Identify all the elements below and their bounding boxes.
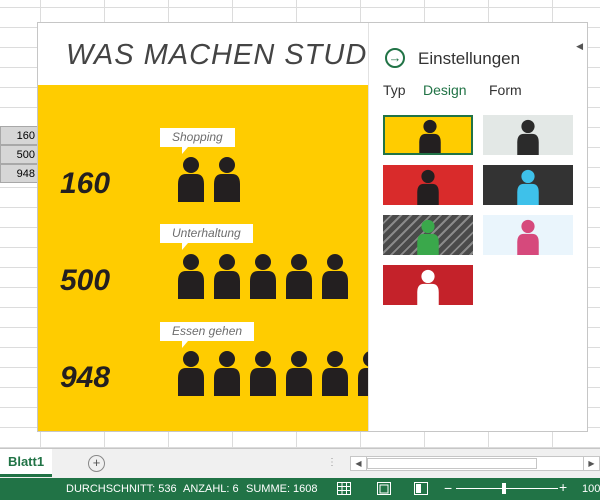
person-icon — [174, 350, 208, 401]
design-swatch[interactable] — [483, 115, 573, 155]
row-value: 948 — [60, 361, 111, 394]
zoom-level[interactable]: 100 — [582, 483, 600, 495]
status-count: ANZAHL: 6 — [183, 483, 239, 495]
person-icon — [517, 219, 539, 255]
infographic-canvas: Shopping 160 Unterhaltung 500 Essen gehe… — [38, 85, 368, 431]
design-swatch[interactable] — [383, 165, 473, 205]
person-icon — [517, 169, 539, 205]
person-icon — [419, 119, 441, 153]
person-icon — [210, 156, 244, 207]
settings-panel: ◀ → Einstellungen Typ Design Form — [368, 23, 587, 431]
tab-typ[interactable]: Typ — [383, 82, 406, 98]
row-label-bubble: Essen gehen — [160, 322, 255, 348]
person-icon — [210, 350, 244, 401]
design-swatch[interactable] — [383, 215, 473, 255]
person-icon — [174, 156, 208, 207]
row-value: 160 — [60, 167, 111, 200]
row-label-bubble: Shopping — [160, 128, 235, 154]
person-icon — [417, 219, 439, 255]
infographic: WAS MACHEN STUDE Shopping 160 Unterhaltu… — [38, 23, 368, 431]
cell[interactable]: 160 — [0, 126, 38, 145]
zoom-slider-thumb[interactable] — [502, 483, 506, 494]
scroll-thumb[interactable] — [367, 458, 537, 469]
person-icon — [246, 253, 280, 304]
person-icon — [417, 169, 439, 205]
plus-circle-icon[interactable]: + — [88, 455, 105, 472]
design-swatch[interactable] — [483, 165, 573, 205]
tab-form[interactable]: Form — [489, 82, 522, 98]
person-icon — [318, 350, 352, 401]
person-icon — [282, 350, 316, 401]
person-icon — [210, 253, 244, 304]
status-bar: DURCHSCHNITT: 536 ANZAHL: 6 SUMME: 1608 … — [0, 478, 600, 500]
normal-view-icon[interactable] — [337, 482, 351, 495]
person-icon — [318, 253, 352, 304]
infographic-title: WAS MACHEN STUDE — [66, 39, 368, 71]
sheet-tab-bar: Blatt1 + ⋮ ◀ ▶ — [0, 448, 600, 478]
design-swatch[interactable] — [383, 115, 473, 155]
person-icon — [174, 253, 208, 304]
zoom-in-button[interactable]: + — [559, 479, 567, 495]
page-break-view-icon[interactable] — [414, 482, 428, 495]
tab-design[interactable]: Design — [423, 82, 467, 98]
horizontal-scrollbar[interactable]: ◀ ▶ — [350, 456, 600, 471]
zoom-out-button[interactable]: − — [444, 480, 452, 496]
row-value: 500 — [60, 264, 111, 297]
cell[interactable]: 500 — [0, 145, 38, 164]
row-label-bubble: Unterhaltung — [160, 224, 253, 250]
status-average: DURCHSCHNITT: 536 — [66, 483, 177, 495]
cell[interactable]: 948 — [0, 164, 38, 183]
collapse-arrow-icon[interactable]: ◀ — [576, 41, 583, 52]
sheet-tab-blatt1[interactable]: Blatt1 — [0, 449, 52, 477]
arrow-circle-right-icon[interactable]: → — [385, 48, 405, 68]
status-sum: SUMME: 1608 — [246, 483, 318, 495]
zoom-slider[interactable] — [456, 488, 558, 489]
scroll-right-icon[interactable]: ▶ — [583, 457, 599, 470]
scroll-left-icon[interactable]: ◀ — [351, 457, 367, 470]
people-graph-addin[interactable]: WAS MACHEN STUDE Shopping 160 Unterhaltu… — [37, 22, 588, 432]
page-layout-view-icon[interactable] — [377, 482, 391, 495]
settings-title: Einstellungen — [418, 49, 521, 68]
design-swatch[interactable] — [383, 265, 473, 305]
splitter-dots-icon[interactable]: ⋮ — [327, 457, 337, 468]
person-icon — [417, 269, 439, 305]
person-icon — [246, 350, 280, 401]
person-icon — [517, 119, 539, 155]
design-swatch[interactable] — [483, 215, 573, 255]
person-icon — [354, 350, 368, 401]
person-icon — [282, 253, 316, 304]
